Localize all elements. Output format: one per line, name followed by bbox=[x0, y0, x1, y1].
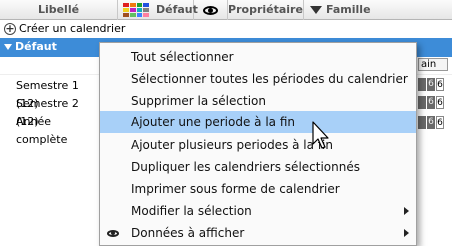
submenu-arrow-icon bbox=[404, 229, 409, 237]
table-row-semestre-1[interactable]: Semestre 1 (12) bbox=[0, 77, 100, 110]
context-menu: Tout sélectionner Sélectionner toutes le… bbox=[99, 42, 417, 246]
menu-item-label: Ajouter plusieurs periodes à la fin bbox=[131, 138, 333, 152]
day-cell bbox=[418, 96, 426, 109]
table-row-semestre-2[interactable]: Semestre 2 (12) bbox=[0, 95, 100, 128]
menu-item-add-multiple-periods[interactable]: Ajouter plusieurs periodes à la fin bbox=[100, 134, 416, 156]
column-header-proprietaire[interactable]: Propriétaire bbox=[228, 0, 304, 20]
menu-item-select-all[interactable]: Tout sélectionner bbox=[100, 46, 416, 68]
menu-item-select-all-periods[interactable]: Sélectionner toutes les périodes du cale… bbox=[100, 68, 416, 90]
grid-header: Libellé Défaut Propriétaire Famille bbox=[0, 0, 452, 20]
menu-item-duplicate[interactable]: Dupliquer les calendriers sélectionnés bbox=[100, 156, 416, 178]
palette-swatch bbox=[136, 8, 143, 12]
eye-icon bbox=[107, 230, 119, 237]
palette-swatch bbox=[123, 8, 129, 12]
menu-item-label: Tout sélectionner bbox=[131, 50, 234, 64]
mouse-pointer-icon bbox=[312, 121, 329, 149]
palette-swatch bbox=[129, 3, 136, 7]
palette-swatch bbox=[143, 13, 149, 17]
palette-swatch bbox=[136, 3, 143, 7]
menu-item-label: Modifier la sélection bbox=[131, 204, 252, 218]
palette-swatch bbox=[143, 8, 149, 12]
collapse-arrow-icon[interactable] bbox=[4, 44, 12, 50]
color-palette-icon bbox=[123, 3, 149, 17]
column-header-libelle[interactable]: Libellé bbox=[0, 0, 118, 20]
day-cells: 66 bbox=[418, 96, 452, 109]
day-cells: 66 bbox=[418, 78, 452, 91]
plus-circle-icon: + bbox=[4, 22, 16, 35]
palette-swatch bbox=[129, 13, 136, 17]
day-cell: 6 bbox=[427, 78, 435, 91]
day-cell: 6 bbox=[427, 116, 435, 129]
menu-item-data-to-display[interactable]: Données à afficher bbox=[100, 222, 416, 244]
menu-item-label: Imprimer sous forme de calendrier bbox=[131, 182, 340, 196]
menu-item-label: Supprimer la sélection bbox=[131, 94, 266, 108]
palette-swatch bbox=[143, 3, 149, 7]
palette-swatch bbox=[136, 13, 143, 17]
menu-item-label: Données à afficher bbox=[131, 226, 245, 240]
day-cell bbox=[418, 116, 426, 129]
column-header-famille[interactable]: Famille bbox=[304, 0, 452, 20]
column-header-famille-label: Famille bbox=[326, 3, 371, 16]
menu-item-label: Sélectionner toutes les périodes du cale… bbox=[131, 72, 408, 86]
eye-icon bbox=[203, 6, 218, 15]
filter-triangle-icon bbox=[310, 6, 322, 14]
column-header-visibility[interactable] bbox=[194, 0, 228, 20]
create-calendar-label: Créer un calendrier bbox=[19, 22, 126, 35]
day-cell: 6 bbox=[427, 96, 435, 109]
palette-swatch bbox=[129, 8, 136, 12]
column-header-defaut-label: Défaut bbox=[156, 3, 198, 16]
palette-swatch bbox=[123, 3, 129, 7]
day-cell bbox=[418, 78, 426, 91]
submenu-arrow-icon bbox=[404, 207, 409, 215]
day-cell: 6 bbox=[436, 116, 444, 129]
day-header-fragment: ain bbox=[418, 58, 448, 71]
menu-item-print[interactable]: Imprimer sous forme de calendrier bbox=[100, 178, 416, 200]
day-cell: 6 bbox=[436, 78, 444, 91]
menu-item-modify-selection[interactable]: Modifier la sélection bbox=[100, 200, 416, 222]
create-calendar-row[interactable]: + Créer un calendrier bbox=[0, 20, 452, 38]
day-cells: 66 bbox=[418, 116, 452, 129]
menu-item-label: Ajouter une periode à la fin bbox=[131, 115, 295, 129]
group-label: Défaut bbox=[15, 40, 57, 53]
menu-item-label: Dupliquer les calendriers sélectionnés bbox=[131, 160, 360, 174]
table-row-annee-complete[interactable]: Année complète bbox=[0, 113, 100, 146]
menu-item-add-period[interactable]: Ajouter une periode à la fin bbox=[100, 111, 416, 133]
day-cell: 6 bbox=[436, 96, 444, 109]
column-header-defaut[interactable]: Défaut bbox=[118, 0, 198, 20]
menu-item-clear-selection[interactable]: Supprimer la sélection bbox=[100, 90, 416, 112]
palette-swatch bbox=[123, 13, 129, 17]
